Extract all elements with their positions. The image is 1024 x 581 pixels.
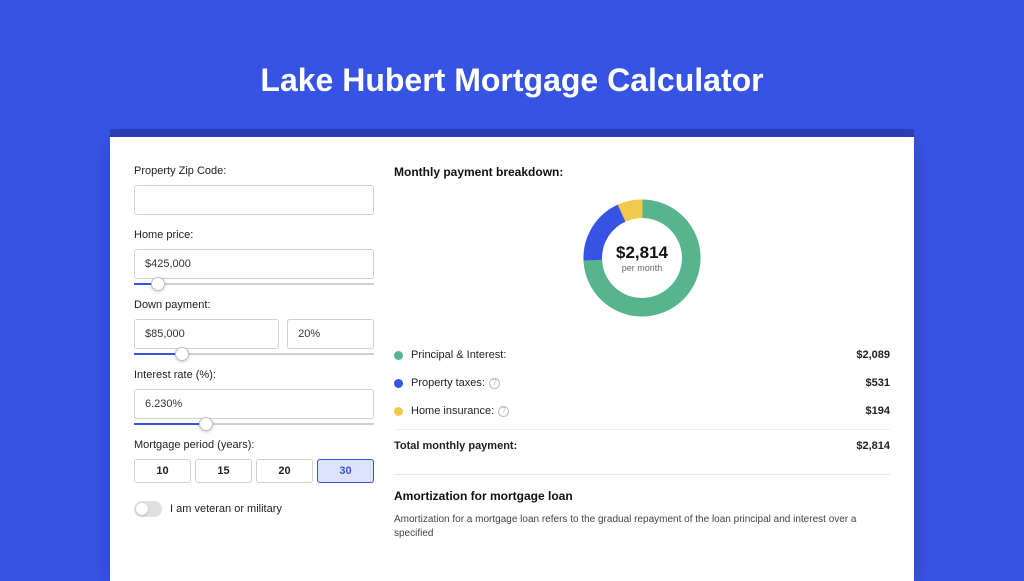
zip-field-group: Property Zip Code:	[134, 165, 374, 215]
donut-chart: $2,814 per month	[577, 193, 707, 323]
legend-label-insurance: Home insurance: ?	[411, 405, 866, 417]
amortization-text: Amortization for a mortgage loan refers …	[394, 513, 890, 541]
down-payment-label: Down payment:	[134, 299, 374, 311]
breakdown-title: Monthly payment breakdown:	[394, 165, 890, 179]
amortization-section: Amortization for mortgage loan Amortizat…	[394, 474, 890, 541]
legend-dot-taxes	[394, 379, 403, 388]
down-payment-slider-thumb[interactable]	[175, 347, 189, 361]
breakdown-column: Monthly payment breakdown: $2,814 per mo…	[394, 165, 890, 541]
veteran-toggle-row: I am veteran or military	[134, 501, 374, 517]
legend-row-taxes: Property taxes: ? $531	[394, 369, 890, 397]
home-price-label: Home price:	[134, 229, 374, 241]
period-button-15[interactable]: 15	[195, 459, 252, 483]
page-title: Lake Hubert Mortgage Calculator	[0, 0, 1024, 129]
calculator-card: Property Zip Code: Home price: Down paym…	[110, 137, 914, 581]
legend-label-principal: Principal & Interest:	[411, 349, 856, 361]
legend-value-principal: $2,089	[856, 349, 890, 361]
period-button-10[interactable]: 10	[134, 459, 191, 483]
legend-row-total: Total monthly payment: $2,814	[394, 429, 890, 460]
amortization-title: Amortization for mortgage loan	[394, 489, 890, 503]
period-buttons: 10 15 20 30	[134, 459, 374, 483]
down-payment-slider[interactable]	[134, 353, 374, 355]
interest-field-group: Interest rate (%):	[134, 369, 374, 425]
inputs-column: Property Zip Code: Home price: Down paym…	[134, 165, 374, 541]
down-payment-amount-input[interactable]	[134, 319, 279, 349]
interest-slider-fill	[134, 423, 206, 425]
home-price-slider-thumb[interactable]	[151, 277, 165, 291]
home-price-field-group: Home price:	[134, 229, 374, 285]
down-payment-field-group: Down payment:	[134, 299, 374, 355]
legend-value-total: $2,814	[856, 440, 890, 452]
zip-input[interactable]	[134, 185, 374, 215]
period-label: Mortgage period (years):	[134, 439, 374, 451]
donut-center: $2,814 per month	[577, 193, 707, 323]
legend-value-taxes: $531	[866, 377, 890, 389]
down-payment-percent-input[interactable]	[287, 319, 374, 349]
veteran-toggle-label: I am veteran or military	[170, 503, 282, 515]
home-price-input[interactable]	[134, 249, 374, 279]
period-button-20[interactable]: 20	[256, 459, 313, 483]
donut-amount: $2,814	[616, 243, 668, 263]
legend-row-insurance: Home insurance: ? $194	[394, 397, 890, 425]
interest-label: Interest rate (%):	[134, 369, 374, 381]
legend-dot-principal	[394, 351, 403, 360]
donut-chart-wrap: $2,814 per month	[394, 193, 890, 323]
interest-input[interactable]	[134, 389, 374, 419]
legend-label-total: Total monthly payment:	[394, 440, 856, 452]
veteran-toggle[interactable]	[134, 501, 162, 517]
legend-value-insurance: $194	[866, 405, 890, 417]
info-icon[interactable]: ?	[489, 378, 500, 389]
card-backdrop: Property Zip Code: Home price: Down paym…	[110, 129, 914, 581]
interest-slider[interactable]	[134, 423, 374, 425]
legend-dot-insurance	[394, 407, 403, 416]
home-price-slider[interactable]	[134, 283, 374, 285]
legend-row-principal: Principal & Interest: $2,089	[394, 341, 890, 369]
donut-sub: per month	[622, 263, 663, 273]
interest-slider-thumb[interactable]	[199, 417, 213, 431]
legend-label-taxes: Property taxes: ?	[411, 377, 866, 389]
period-button-30[interactable]: 30	[317, 459, 374, 483]
zip-label: Property Zip Code:	[134, 165, 374, 177]
period-field-group: Mortgage period (years): 10 15 20 30	[134, 439, 374, 483]
info-icon[interactable]: ?	[498, 406, 509, 417]
